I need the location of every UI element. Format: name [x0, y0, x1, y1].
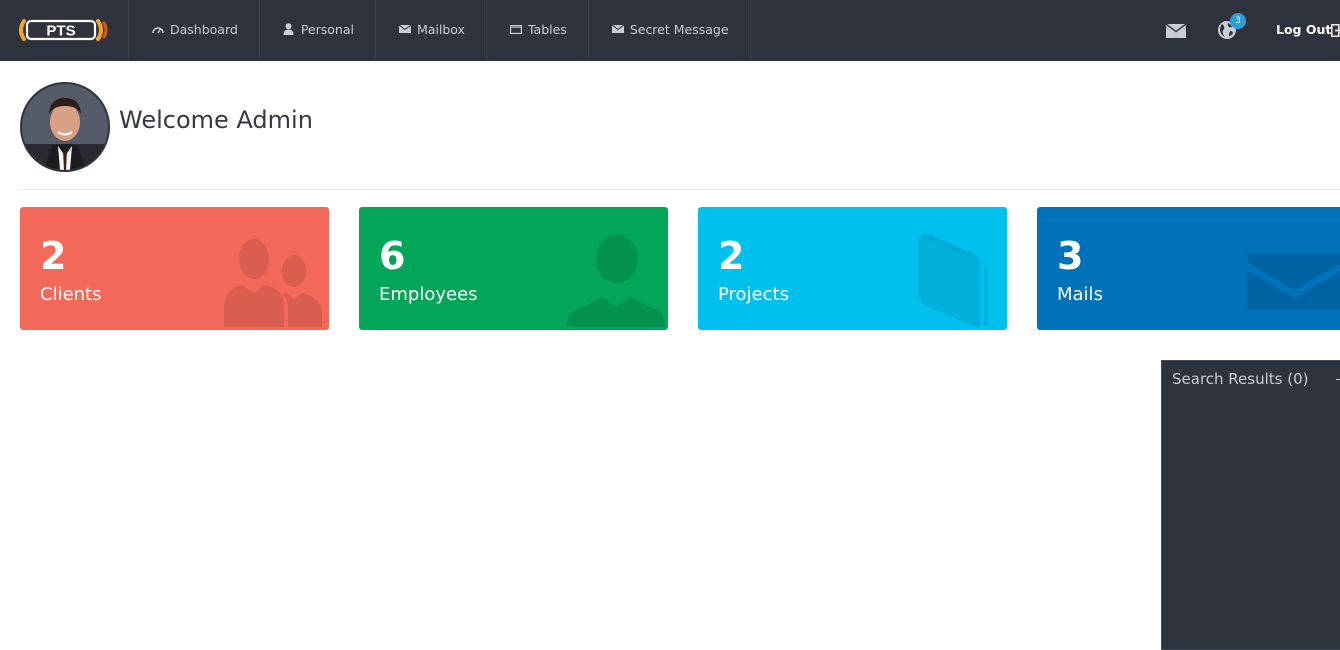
envelope-icon	[398, 22, 412, 36]
nav-item-label: Personal	[300, 21, 354, 37]
mails-label: Mails	[1057, 284, 1103, 305]
nav-item-label: Dashboard	[170, 21, 238, 37]
book-icon	[918, 233, 988, 329]
nav-item-label: Tables	[527, 21, 567, 37]
clients-count: 2	[40, 234, 67, 278]
search-results-title: Search Results (0)	[1172, 370, 1309, 388]
user-icon	[567, 235, 665, 327]
envelope-icon	[1247, 254, 1340, 310]
welcome-heading: Welcome Admin	[119, 106, 313, 134]
search-results-panel: Search Results (0)	[1161, 360, 1340, 650]
users-icon	[224, 239, 322, 327]
nav-item-secret-message[interactable]: Secret Message	[587, 0, 751, 58]
collapse-icon[interactable]	[1336, 379, 1340, 380]
nav-item-mailbox[interactable]: Mailbox	[374, 0, 486, 58]
dashboard-icon	[151, 22, 165, 36]
nav-item-tables[interactable]: Tables	[485, 0, 588, 58]
clients-card[interactable]: 2 Clients	[20, 207, 329, 330]
mails-card[interactable]: 3 Mails	[1037, 207, 1340, 330]
user-icon	[282, 22, 296, 36]
table-icon	[509, 22, 523, 36]
clients-label: Clients	[40, 284, 102, 305]
employees-count: 6	[379, 234, 406, 278]
nav-item-label: Secret Message	[629, 21, 729, 37]
top-navbar: PTS Dashboard Personal Mailbox Tables Se…	[0, 0, 1340, 61]
main-nav: Dashboard Personal Mailbox Tables Secret…	[128, 0, 751, 58]
svg-text:PTS: PTS	[46, 23, 75, 40]
mail-icon[interactable]	[1166, 24, 1186, 38]
projects-label: Projects	[718, 284, 789, 305]
nav-item-dashboard[interactable]: Dashboard	[128, 0, 259, 58]
nav-item-personal[interactable]: Personal	[258, 0, 375, 58]
avatar	[20, 82, 110, 172]
envelope-icon	[611, 22, 625, 36]
logout-icon[interactable]	[1331, 24, 1340, 37]
pts-logo[interactable]: PTS	[18, 18, 110, 42]
notification-badge: 3	[1230, 13, 1246, 29]
employees-label: Employees	[379, 284, 478, 305]
mails-count: 3	[1057, 234, 1084, 278]
employees-card[interactable]: 6 Employees	[359, 207, 668, 330]
divider	[20, 189, 1340, 190]
logout-button[interactable]: Log Out	[1276, 22, 1331, 37]
projects-count: 2	[718, 234, 745, 278]
projects-card[interactable]: 2 Projects	[698, 207, 1007, 330]
nav-item-label: Mailbox	[416, 21, 465, 37]
